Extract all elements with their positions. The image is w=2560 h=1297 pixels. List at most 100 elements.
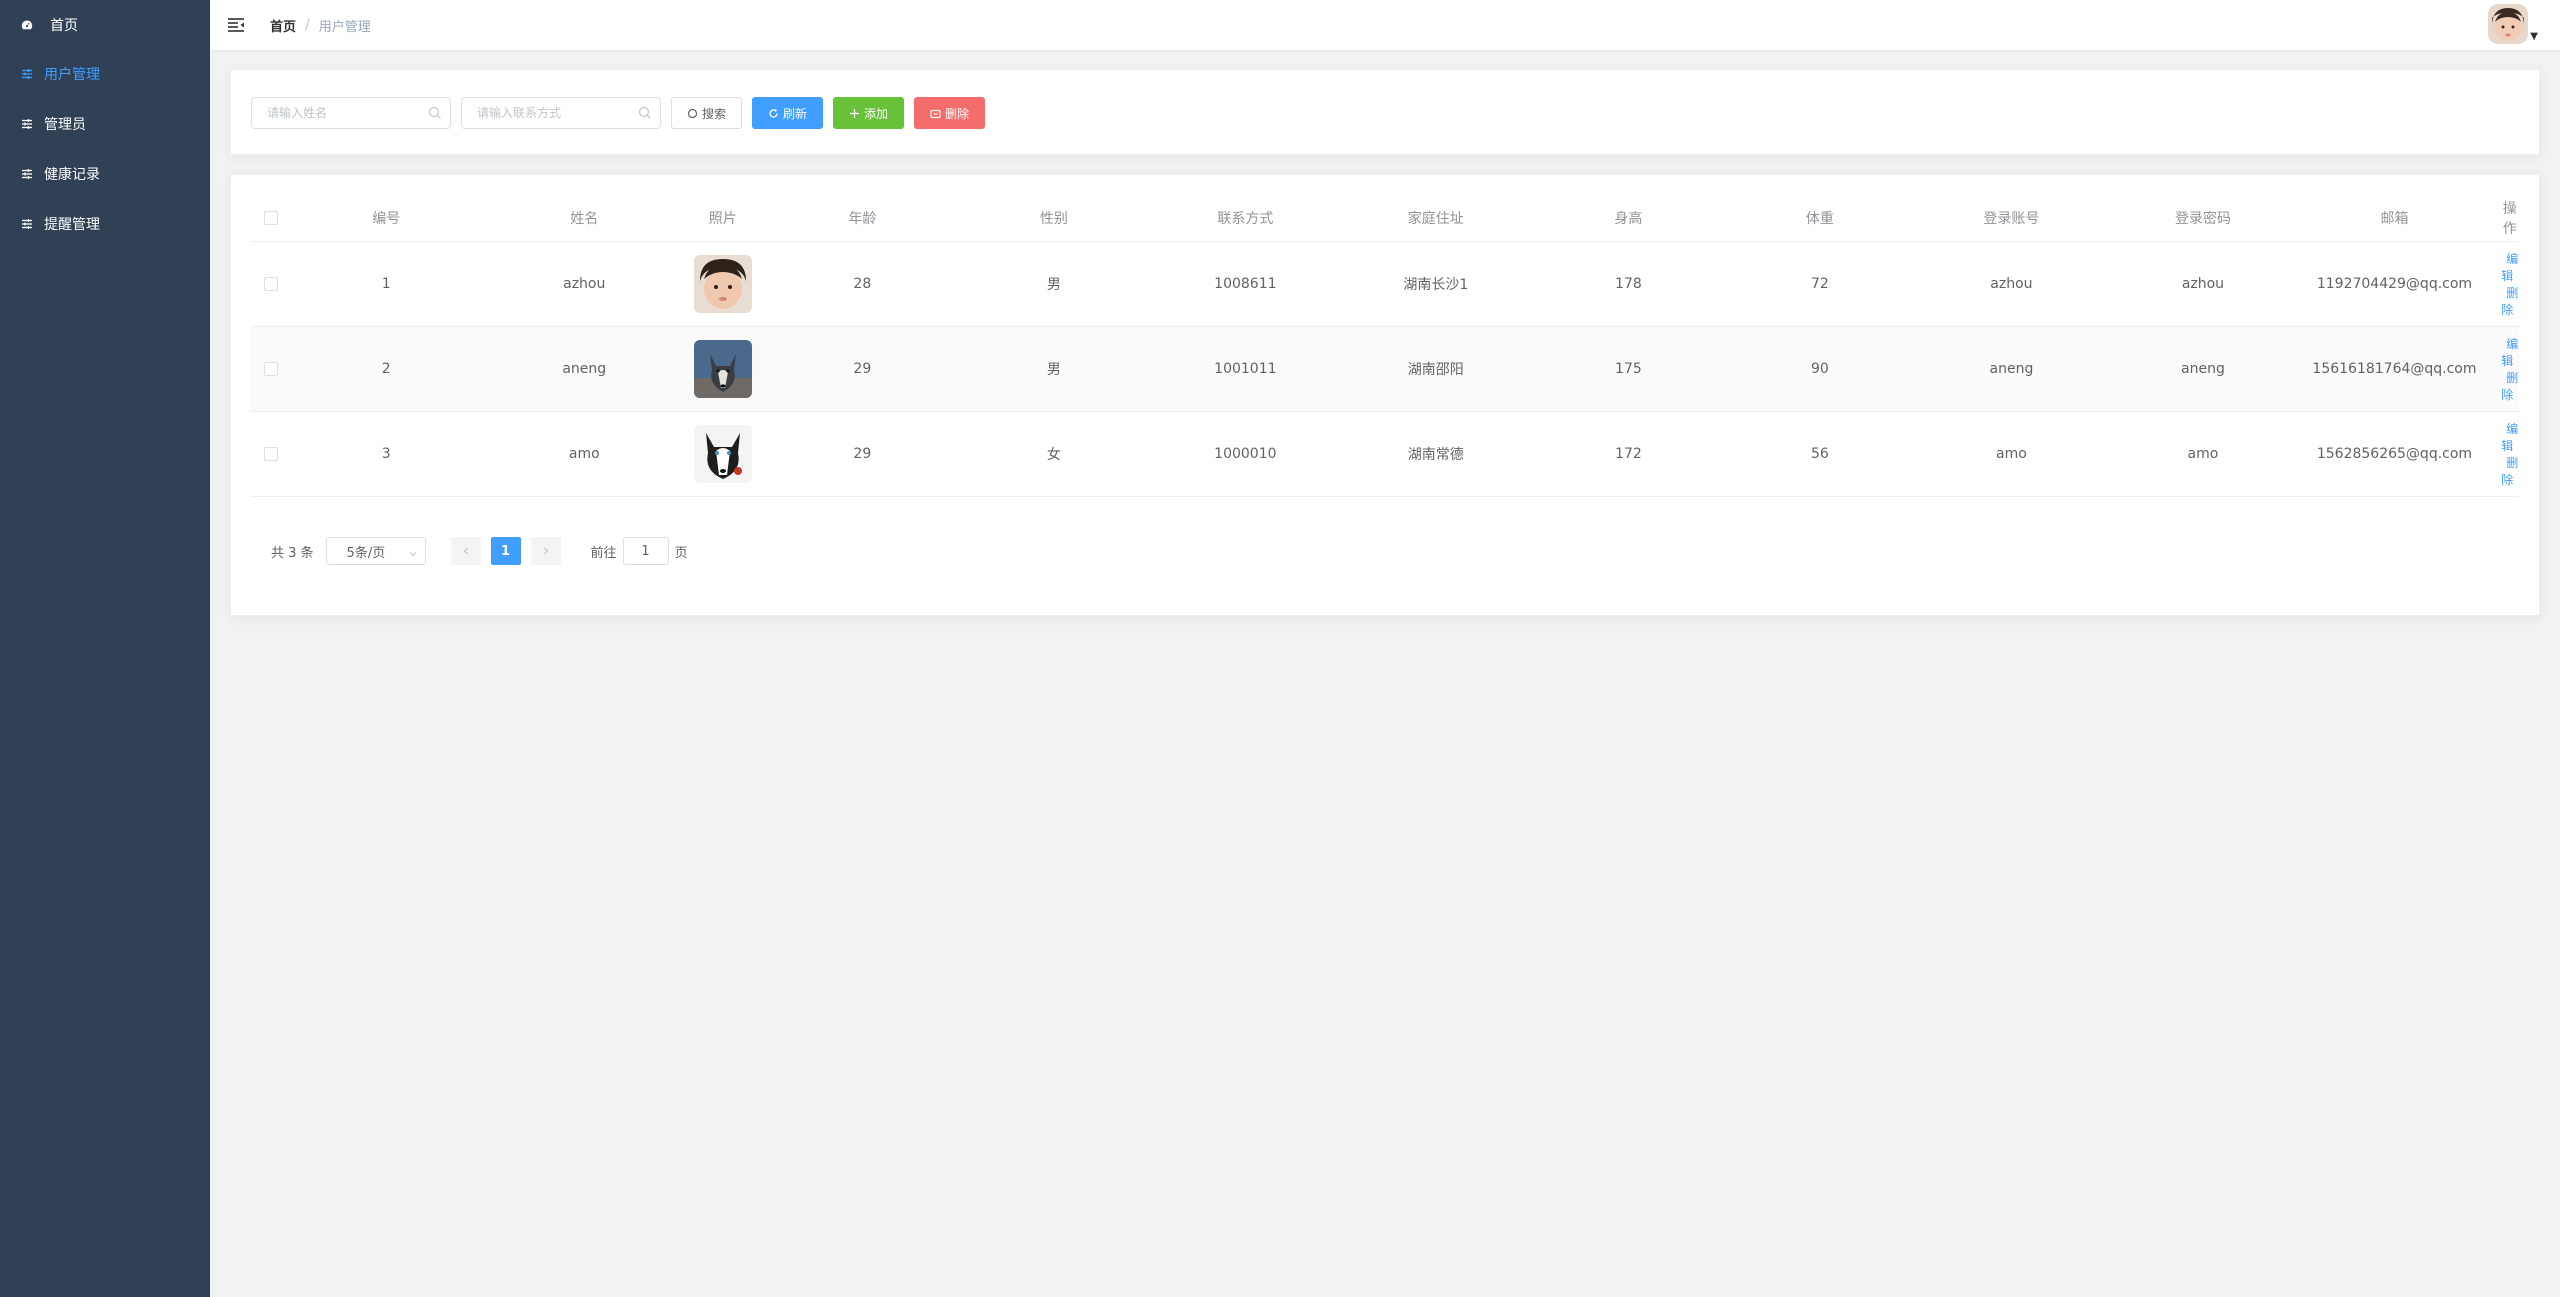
cell-age: 29 xyxy=(758,411,967,497)
user-table: 编号 姓名 照片 年龄 性别 联系方式 家庭住址 身高 体重 登录账号 登录密码… xyxy=(251,195,2519,497)
column-header: 照片 xyxy=(687,195,759,242)
cell-actions: 编辑删除 xyxy=(2500,411,2519,497)
breadcrumb: 首页 / 用户管理 xyxy=(270,16,371,35)
user-avatar-dropdown[interactable]: ▼ xyxy=(2488,4,2538,44)
sidebar-item-reminders[interactable]: 提醒管理 xyxy=(0,199,210,249)
delete-link[interactable]: 删除 xyxy=(2501,371,2518,402)
breadcrumb-current: 用户管理 xyxy=(318,19,371,35)
breadcrumb-home[interactable]: 首页 xyxy=(270,16,296,35)
name-search-input[interactable] xyxy=(252,98,450,128)
column-header: 邮箱 xyxy=(2288,195,2501,242)
column-header: 姓名 xyxy=(481,195,688,242)
cell-weight: 72 xyxy=(1734,241,1906,327)
column-header: 编号 xyxy=(291,195,482,242)
page-number-button[interactable]: 1 xyxy=(490,537,521,565)
cell-height: 178 xyxy=(1522,241,1735,327)
cell-age: 28 xyxy=(758,241,967,327)
delete-link[interactable]: 删除 xyxy=(2501,286,2518,317)
page-jumper: 前往 页 xyxy=(591,537,688,565)
cell-weight: 56 xyxy=(1734,411,1906,497)
sidebar-item-home[interactable]: 首页 xyxy=(0,0,210,49)
cell-id: 3 xyxy=(291,411,482,497)
column-header: 联系方式 xyxy=(1141,195,1350,242)
goto-page-input[interactable] xyxy=(622,537,669,565)
cell-photo xyxy=(687,241,759,327)
row-select-cell xyxy=(251,411,292,497)
sidebar: 首页 用户管理 管理员 健康记录 提醒管理 xyxy=(0,0,210,1297)
search-button-label: 搜索 xyxy=(702,106,727,121)
cell-phone: 1008611 xyxy=(1141,241,1350,327)
cell-name: amo xyxy=(481,411,688,497)
cell-gender: 男 xyxy=(966,241,1142,327)
row-checkbox[interactable] xyxy=(264,276,279,291)
refresh-button[interactable]: 刷新 xyxy=(752,97,824,129)
add-button-label: 添加 xyxy=(864,106,889,121)
prev-page-button[interactable] xyxy=(450,537,481,565)
table-row: 2 aneng 29 男 1001011 湖南邵阳 175 90 aneng a… xyxy=(251,326,2519,412)
cell-account: aneng xyxy=(1905,326,2118,412)
edit-link[interactable]: 编辑 xyxy=(2501,422,2518,453)
jumper-suffix: 页 xyxy=(674,545,688,561)
dashboard-icon xyxy=(20,18,34,32)
table-row: 1 azhou 28 男 1008611 湖南长沙1 178 72 azhou … xyxy=(251,241,2519,327)
user-photo[interactable] xyxy=(693,254,752,313)
cell-gender: 女 xyxy=(966,411,1142,497)
batch-delete-button[interactable]: 删除 xyxy=(914,97,986,129)
table-row: 3 amo 29 女 1000010 湖南常德 172 56 amo amo 1… xyxy=(251,411,2519,497)
cell-photo xyxy=(687,326,759,412)
chevron-left-icon xyxy=(463,547,468,555)
top-navbar: 首页 / 用户管理 ▼ xyxy=(210,0,2560,50)
cell-password: azhou xyxy=(2117,241,2289,327)
phone-search-input[interactable] xyxy=(462,98,660,128)
sidebar-item-user-management[interactable]: 用户管理 xyxy=(0,49,210,99)
sliders-icon xyxy=(20,217,34,231)
user-photo[interactable] xyxy=(693,424,752,483)
sidebar-item-label: 提醒管理 xyxy=(44,217,100,233)
refresh-icon xyxy=(768,108,779,119)
next-page-button[interactable] xyxy=(530,537,561,565)
sidebar-item-admin[interactable]: 管理员 xyxy=(0,99,210,149)
page-size-select[interactable]: 5条/页 xyxy=(325,537,426,565)
sidebar-item-health-records[interactable]: 健康记录 xyxy=(0,149,210,199)
cell-phone: 1000010 xyxy=(1141,411,1350,497)
caret-down-icon: ▼ xyxy=(2530,31,2538,42)
cell-address: 湖南常德 xyxy=(1349,411,1523,497)
cell-height: 172 xyxy=(1522,411,1735,497)
table-header-row: 编号 姓名 照片 年龄 性别 联系方式 家庭住址 身高 体重 登录账号 登录密码… xyxy=(251,195,2519,242)
cell-account: azhou xyxy=(1905,241,2118,327)
pagination-total: 共 3 条 xyxy=(271,545,314,561)
add-button[interactable]: 添加 xyxy=(833,97,905,129)
sidebar-item-label: 用户管理 xyxy=(44,67,100,83)
select-all-checkbox[interactable] xyxy=(264,210,279,225)
breadcrumb-separator: / xyxy=(305,17,310,33)
jumper-prefix: 前往 xyxy=(590,545,617,561)
cell-weight: 90 xyxy=(1734,326,1906,412)
hamburger-icon[interactable] xyxy=(227,16,245,34)
search-icon xyxy=(428,106,442,120)
delete-link[interactable]: 删除 xyxy=(2501,456,2518,487)
row-checkbox[interactable] xyxy=(264,361,279,376)
cell-id: 1 xyxy=(291,241,482,327)
column-header: 登录账号 xyxy=(1905,195,2118,242)
search-icon xyxy=(638,106,652,120)
sliders-icon xyxy=(20,167,34,181)
edit-link[interactable]: 编辑 xyxy=(2501,337,2518,368)
sidebar-item-label: 首页 xyxy=(50,17,78,34)
edit-link[interactable]: 编辑 xyxy=(2501,252,2518,283)
column-header: 体重 xyxy=(1734,195,1906,242)
column-header: 登录密码 xyxy=(2117,195,2289,242)
cell-name: azhou xyxy=(481,241,688,327)
circle-icon xyxy=(687,108,698,119)
sliders-icon xyxy=(20,117,34,131)
search-button[interactable]: 搜索 xyxy=(671,97,743,129)
row-checkbox[interactable] xyxy=(264,446,279,461)
pagination: 共 3 条 5条/页 1 前往 页 xyxy=(271,537,688,565)
refresh-button-label: 刷新 xyxy=(783,106,808,121)
cell-age: 29 xyxy=(758,326,967,412)
user-photo[interactable] xyxy=(693,339,752,398)
search-panel: 搜索 刷新 添加 删除 xyxy=(230,69,2540,155)
avatar[interactable] xyxy=(2488,4,2529,44)
cell-height: 175 xyxy=(1522,326,1735,412)
cell-password: aneng xyxy=(2117,326,2289,412)
cell-photo xyxy=(687,411,759,497)
